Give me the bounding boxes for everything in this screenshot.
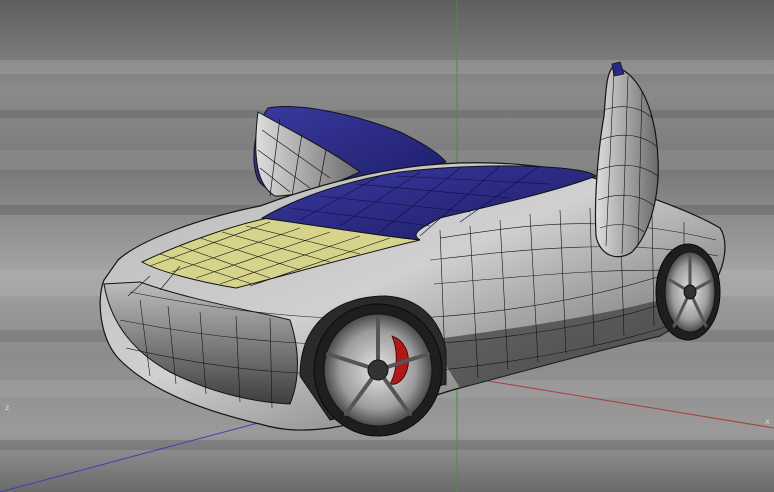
viewport-scene[interactable] [0,0,774,492]
axis-z-label: z [5,403,10,412]
rear-wheel[interactable] [655,243,721,341]
axis-x-label: x [765,417,770,426]
3d-viewport[interactable]: z x [0,0,774,492]
front-wheel[interactable] [313,303,443,437]
